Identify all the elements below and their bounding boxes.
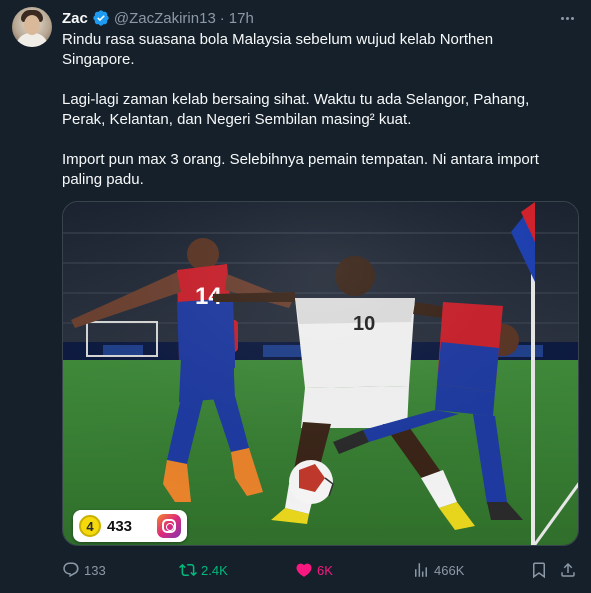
coin-icon: 4 xyxy=(79,515,101,537)
tweet: Zac @ZacZakirin13 · 17h Rindu rasa suasa… xyxy=(0,0,591,593)
views-count: 466K xyxy=(434,562,465,578)
bookmark-icon xyxy=(533,562,545,579)
user-name[interactable]: Zac xyxy=(62,10,88,27)
like-button[interactable]: 6K xyxy=(295,561,333,579)
user-handle[interactable]: @ZacZakirin13 xyxy=(114,10,216,27)
reply-icon xyxy=(63,562,79,578)
timestamp[interactable]: 17h xyxy=(229,10,254,27)
bookmark-button[interactable] xyxy=(530,561,548,579)
tweet-actions: 133 2.4K 6K 466K xyxy=(62,558,579,582)
more-options-icon[interactable] xyxy=(557,10,577,26)
tweet-paragraph: Rindu rasa suasana bola Malaysia sebelum… xyxy=(62,31,494,68)
reaction-badge[interactable]: 4 433 xyxy=(73,510,187,542)
retweet-count: 2.4K xyxy=(201,562,228,578)
heart-icon xyxy=(296,563,312,577)
share-button[interactable] xyxy=(559,561,577,579)
tweet-paragraph: Import pun max 3 orang. Selebihnya pemai… xyxy=(62,151,539,188)
football-photo: 14 10 xyxy=(63,202,578,545)
tweet-header: Zac @ZacZakirin13 · 17h xyxy=(62,8,254,28)
reply-count: 133 xyxy=(84,562,106,578)
like-count: 6K xyxy=(317,562,333,578)
tweet-paragraph: Lagi-lagi zaman kelab bersaing sihat. Wa… xyxy=(62,91,530,128)
views-chart-icon xyxy=(415,563,427,577)
tweet-photo[interactable]: 14 10 xyxy=(62,201,579,546)
tweet-text: Rindu rasa suasana bola Malaysia sebelum… xyxy=(62,30,567,190)
reply-button[interactable]: 133 xyxy=(62,561,106,579)
verified-badge-icon xyxy=(93,10,109,26)
instagram-icon xyxy=(157,514,181,538)
avatar[interactable] xyxy=(12,7,52,47)
badge-count: 433 xyxy=(107,517,133,535)
retweet-button[interactable]: 2.4K xyxy=(179,561,228,579)
retweet-icon xyxy=(179,563,197,577)
views-button[interactable]: 466K xyxy=(412,561,464,579)
share-icon xyxy=(561,562,575,577)
separator: · xyxy=(219,9,225,27)
